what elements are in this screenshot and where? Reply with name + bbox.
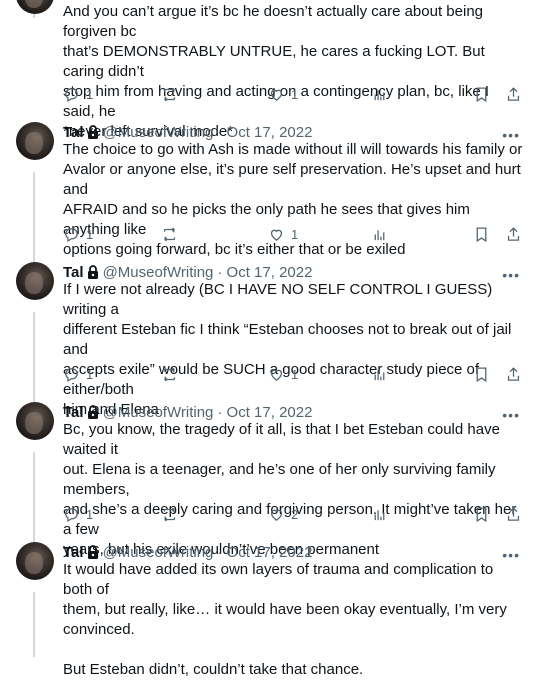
views-icon	[371, 86, 388, 103]
reply-button[interactable]: 1	[63, 366, 93, 383]
user-handle[interactable]: @MuseofWriting	[103, 264, 214, 281]
tweet-header: Tal @MuseofWriting · Oct 17, 2022	[63, 262, 312, 282]
tweet[interactable]: And you can’t argue it’s bc he doesn’t a…	[0, 0, 540, 140]
retweet-button[interactable]	[161, 366, 184, 383]
like-count: 1	[291, 87, 299, 102]
display-name[interactable]: Tal	[63, 264, 84, 281]
like-icon	[268, 506, 285, 523]
share-button[interactable]	[505, 506, 522, 523]
tweet-date[interactable]: · Oct 17, 2022	[217, 264, 312, 281]
bookmark-icon	[473, 506, 490, 523]
like-button[interactable]: 2	[268, 506, 298, 523]
reply-icon	[63, 366, 80, 383]
avatar[interactable]	[16, 402, 54, 440]
like-count: 1	[291, 227, 299, 242]
tweet-date[interactable]: · Oct 17, 2022	[217, 404, 312, 421]
views-icon	[371, 366, 388, 383]
bookmark-button[interactable]	[473, 366, 490, 383]
tweet[interactable]: Tal @MuseofWriting · Oct 17, 2022 ••• If…	[0, 262, 540, 418]
like-count: 2	[291, 507, 299, 522]
lock-icon	[87, 545, 98, 559]
tweet[interactable]: Tal @MuseofWriting · Oct 17, 2022 ••• Th…	[0, 122, 540, 258]
tweet[interactable]: Tal @MuseofWriting · Oct 17, 2022 ••• Bc…	[0, 402, 540, 558]
bookmark-icon	[473, 226, 490, 243]
views-button[interactable]	[371, 506, 388, 523]
avatar[interactable]	[16, 542, 54, 580]
like-icon	[268, 86, 285, 103]
user-handle[interactable]: @MuseofWriting	[103, 124, 214, 141]
user-handle[interactable]: @MuseofWriting	[103, 404, 214, 421]
bookmark-button[interactable]	[473, 226, 490, 243]
retweet-icon	[161, 226, 178, 243]
share-icon	[505, 86, 522, 103]
like-icon	[268, 366, 285, 383]
user-handle[interactable]: @MuseofWriting	[103, 544, 214, 561]
avatar[interactable]	[16, 122, 54, 160]
share-icon	[505, 366, 522, 383]
retweet-icon	[161, 86, 178, 103]
tweet-text: It would have added its own layers of tr…	[63, 561, 507, 678]
lock-icon	[87, 265, 98, 279]
like-count: 1	[291, 367, 299, 382]
bookmark-button[interactable]	[473, 506, 490, 523]
tweet-actions: 11	[63, 366, 528, 386]
reply-count: 1	[86, 87, 94, 102]
display-name[interactable]: Tal	[63, 544, 84, 561]
reply-icon	[63, 86, 80, 103]
bookmark-icon	[473, 86, 490, 103]
tweet-text: If I were not already (BC I HAVE NO SELF…	[63, 281, 512, 418]
views-button[interactable]	[371, 86, 388, 103]
reply-button[interactable]: 1	[63, 506, 93, 523]
tweet-actions: 11	[63, 226, 528, 246]
reply-count: 1	[86, 367, 94, 382]
tweet-text: Bc, you know, the tragedy of it all, is …	[63, 421, 517, 558]
tweet-date[interactable]: · Oct 17, 2022	[217, 124, 312, 141]
tweet-text: And you can’t argue it’s bc he doesn’t a…	[63, 3, 490, 140]
reply-count: 1	[86, 227, 94, 242]
reply-icon	[63, 226, 80, 243]
lock-icon	[87, 125, 98, 139]
tweet-header: Tal @MuseofWriting · Oct 17, 2022	[63, 542, 312, 562]
retweet-button[interactable]	[161, 506, 184, 523]
views-icon	[371, 226, 388, 243]
bookmark-icon	[473, 366, 490, 383]
reply-icon	[63, 506, 80, 523]
tweet-header: Tal @MuseofWriting · Oct 17, 2022	[63, 402, 312, 422]
like-button[interactable]: 1	[268, 226, 298, 243]
retweet-button[interactable]	[161, 226, 184, 243]
lock-icon	[87, 405, 98, 419]
share-icon	[505, 506, 522, 523]
like-icon	[268, 226, 285, 243]
reply-count: 1	[86, 507, 94, 522]
reply-button[interactable]: 1	[63, 226, 93, 243]
tweet-date[interactable]: · Oct 17, 2022	[217, 544, 312, 561]
like-button[interactable]: 1	[268, 366, 298, 383]
display-name[interactable]: Tal	[63, 124, 84, 141]
share-button[interactable]	[505, 366, 522, 383]
share-icon	[505, 226, 522, 243]
tweet-actions: 11	[63, 86, 528, 106]
bookmark-button[interactable]	[473, 86, 490, 103]
views-button[interactable]	[371, 366, 388, 383]
retweet-button[interactable]	[161, 86, 184, 103]
tweet-header: Tal @MuseofWriting · Oct 17, 2022	[63, 122, 312, 142]
like-button[interactable]: 1	[268, 86, 298, 103]
avatar[interactable]	[16, 262, 54, 300]
reply-button[interactable]: 1	[63, 86, 93, 103]
retweet-icon	[161, 506, 178, 523]
views-icon	[371, 506, 388, 523]
views-button[interactable]	[371, 226, 388, 243]
tweet-actions: 12	[63, 506, 528, 526]
display-name[interactable]: Tal	[63, 404, 84, 421]
share-button[interactable]	[505, 226, 522, 243]
avatar[interactable]	[16, 0, 54, 14]
retweet-icon	[161, 366, 178, 383]
tweet[interactable]: Tal @MuseofWriting · Oct 17, 2022 ••• It…	[0, 542, 540, 678]
share-button[interactable]	[505, 86, 522, 103]
